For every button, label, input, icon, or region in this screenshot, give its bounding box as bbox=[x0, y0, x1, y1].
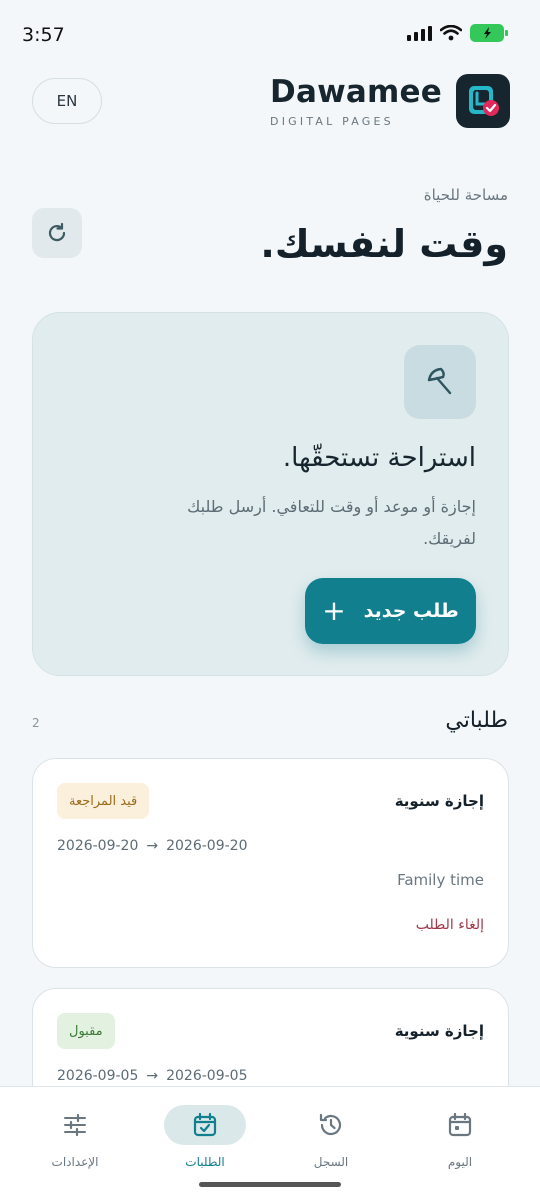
status-badge: مقبول bbox=[57, 1013, 115, 1049]
nav-requests[interactable]: الطلبات bbox=[155, 1105, 255, 1169]
nav-history[interactable]: السجل bbox=[281, 1105, 381, 1169]
cancel-request-link[interactable]: إلغاء الطلب bbox=[416, 917, 484, 933]
home-indicator bbox=[199, 1182, 341, 1187]
nav-label-requests: الطلبات bbox=[185, 1155, 225, 1169]
start-date: 2026-09-20 bbox=[57, 838, 139, 854]
request-dates: 2026-09-05 → 2026-09-05 bbox=[57, 1068, 247, 1084]
request-dates: 2026-09-20 → 2026-09-20 bbox=[57, 838, 247, 854]
history-icon bbox=[319, 1113, 342, 1136]
calendar-check-icon bbox=[193, 1112, 217, 1137]
nav-label-settings: الإعدادات bbox=[51, 1155, 99, 1169]
nav-label-today: اليوم bbox=[447, 1155, 473, 1169]
date-arrow: → bbox=[146, 838, 159, 854]
status-bar: 3:57 bbox=[0, 0, 540, 64]
status-badge: قيد المراجعة bbox=[57, 783, 150, 819]
start-date: 2026-09-05 bbox=[57, 1068, 139, 1084]
refresh-button[interactable] bbox=[32, 208, 82, 258]
battery-icon bbox=[470, 24, 508, 42]
new-request-button[interactable]: طلب جديد + bbox=[305, 578, 476, 644]
date-arrow: → bbox=[146, 1068, 159, 1084]
requests-count: 2 bbox=[32, 716, 40, 730]
new-request-hero-card: استراحة تستحقّها. إجازة أو موعد أو وقت ل… bbox=[32, 312, 509, 676]
wifi-icon bbox=[440, 25, 462, 41]
request-note: Family time bbox=[397, 871, 484, 889]
refresh-icon bbox=[48, 222, 66, 242]
hero-subtitle: إجازة أو موعد أو وقت للتعافي. أرسل طلبك … bbox=[187, 497, 476, 548]
new-request-button-label: طلب جديد bbox=[363, 600, 459, 622]
brand: Dawamee DIGITAL PAGES bbox=[270, 74, 510, 128]
brand-subtitle: DIGITAL PAGES bbox=[270, 114, 394, 128]
calendar-icon bbox=[448, 1112, 472, 1137]
brand-logo bbox=[456, 74, 510, 128]
nav-today[interactable]: اليوم bbox=[410, 1105, 510, 1169]
end-date: 2026-09-05 bbox=[166, 1068, 248, 1084]
sliders-icon bbox=[64, 1113, 86, 1137]
plus-icon: + bbox=[322, 594, 346, 627]
page-title: وقت لنفسك. bbox=[260, 222, 508, 266]
status-time: 3:57 bbox=[22, 24, 65, 46]
request-type: إجازة سنوية bbox=[394, 1022, 484, 1040]
request-type: إجازة سنوية bbox=[394, 792, 484, 810]
cellular-signal-icon bbox=[407, 25, 432, 41]
umbrella-icon bbox=[404, 345, 476, 419]
request-card[interactable]: إجازة سنوية قيد المراجعة 2026-09-20 → 20… bbox=[32, 758, 509, 968]
page-eyebrow: مساحة للحياة bbox=[423, 186, 508, 204]
nav-label-history: السجل bbox=[313, 1155, 349, 1169]
hero-title: استراحة تستحقّها. bbox=[282, 443, 476, 473]
nav-settings[interactable]: الإعدادات bbox=[25, 1105, 125, 1169]
end-date: 2026-09-20 bbox=[166, 838, 248, 854]
language-toggle-button[interactable]: EN bbox=[32, 78, 102, 124]
brand-name: Dawamee bbox=[270, 73, 442, 110]
status-icons bbox=[407, 24, 508, 42]
my-requests-heading: طلباتي bbox=[445, 708, 508, 733]
